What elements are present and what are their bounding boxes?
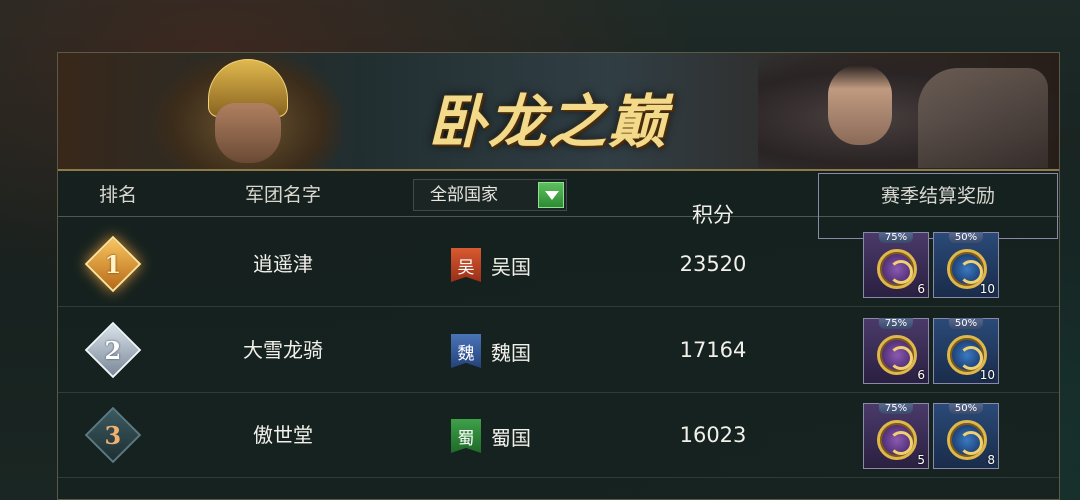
nation-name: 蜀国 (491, 425, 531, 450)
hero-left-face (215, 103, 281, 163)
purple-token-icon (877, 335, 917, 375)
legion-name: 逍遥津 (253, 252, 313, 276)
shu-flag-icon: 蜀 (451, 419, 481, 453)
score-value: 16023 (679, 423, 747, 447)
reward-item[interactable]: 50% 8 (933, 403, 999, 469)
reward-percent: 50% (948, 403, 984, 414)
reward-item[interactable]: 75% 6 (863, 232, 929, 298)
reward-percent: 75% (878, 232, 914, 243)
rank-badge-bronze: 3 (84, 406, 142, 464)
hero-right-art (758, 53, 1058, 169)
reward-item[interactable]: 75% 5 (863, 403, 929, 469)
reward-percent: 50% (948, 232, 984, 243)
reward-percent: 75% (878, 403, 914, 414)
score-value: 23520 (679, 252, 747, 276)
blue-token-icon (947, 420, 987, 460)
reward-percent: 75% (878, 318, 914, 329)
header-rank: 排名 (98, 184, 137, 206)
legion-name: 傲世堂 (253, 423, 313, 447)
wei-flag-icon: 魏 (451, 334, 481, 368)
purple-token-icon (877, 249, 917, 289)
nation-filter-dropdown[interactable]: 全部国家 (413, 179, 567, 211)
wu-flag-icon: 吴 (451, 248, 481, 282)
reward-count: 5 (917, 453, 925, 467)
nation-filter-value: 全部国家 (430, 185, 498, 205)
nation-name: 魏国 (491, 340, 531, 365)
nation-name: 吴国 (491, 254, 531, 279)
reward-count: 6 (917, 368, 925, 382)
reward-item[interactable]: 75% 6 (863, 318, 929, 384)
rank-badge-gold: 1 (84, 235, 142, 293)
nation: 魏 魏国 (451, 334, 531, 368)
nation: 蜀 蜀国 (451, 419, 531, 453)
reward-item[interactable]: 50% 10 (933, 232, 999, 298)
header-legion-name: 军团名字 (244, 184, 321, 206)
score-value: 17164 (679, 338, 747, 362)
legion-name: 大雪龙骑 (243, 338, 323, 362)
reward-list: 75% 5 50% 8 (863, 403, 999, 469)
chevron-down-icon[interactable] (538, 182, 564, 208)
rank-badge-silver: 2 (84, 321, 142, 379)
hero-right-face (828, 65, 892, 145)
table-row[interactable]: 2 大雪龙骑 魏 魏国 17164 75% 6 50% 10 (58, 308, 1059, 393)
reward-list: 75% 6 50% 10 (863, 318, 999, 384)
hero-right-armor (918, 68, 1048, 168)
reward-percent: 50% (948, 318, 984, 329)
banner-title: 卧龙之巅 (427, 88, 668, 156)
nation: 吴 吴国 (451, 248, 531, 282)
reward-count: 10 (979, 282, 995, 296)
purple-token-icon (877, 420, 917, 460)
reward-count: 6 (917, 282, 925, 296)
reward-item[interactable]: 50% 10 (933, 318, 999, 384)
reward-count: 8 (987, 453, 995, 467)
hero-left-art (153, 53, 343, 169)
table-row[interactable]: 1 逍遥津 吴 吴国 23520 75% 6 50% 10 (58, 222, 1059, 307)
banner: 卧龙之巅 (58, 53, 1059, 171)
table-row[interactable]: 3 傲世堂 蜀 蜀国 16023 75% 5 50% 8 (58, 393, 1059, 478)
reward-list: 75% 6 50% 10 (863, 232, 999, 298)
reward-count: 10 (979, 368, 995, 382)
table-header: 排名 军团名字 全部国家 积分 赛季结算奖励 (58, 173, 1059, 239)
